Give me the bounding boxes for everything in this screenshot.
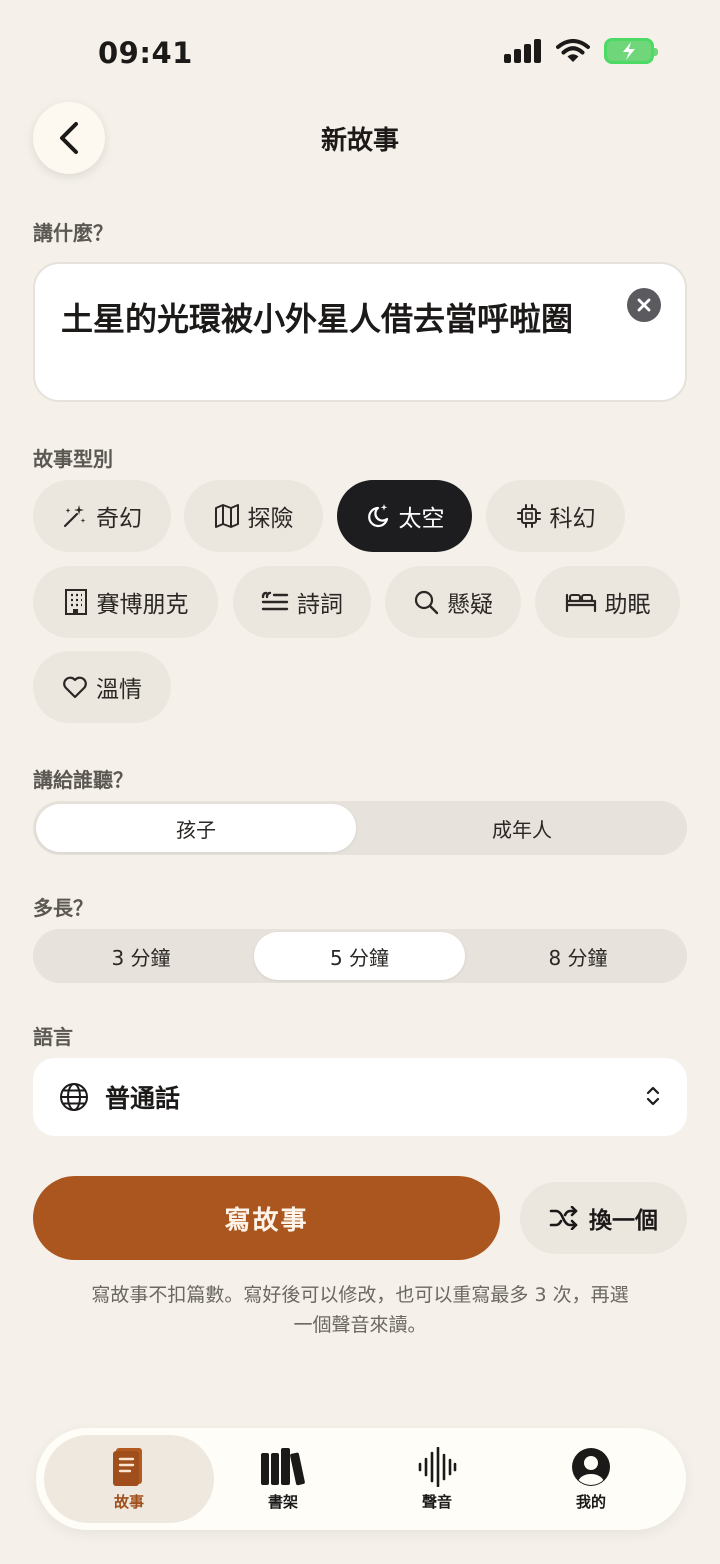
waveform-icon	[418, 1446, 457, 1487]
genre-chip-mystery[interactable]: 懸疑	[385, 566, 521, 638]
status-icons	[504, 38, 658, 64]
bookshelf-icon	[261, 1447, 305, 1485]
tab-stories[interactable]: 故事	[44, 1435, 214, 1523]
search-icon	[414, 590, 439, 615]
tab-label: 聲音	[421, 1492, 452, 1511]
genre-chip-fantasy[interactable]: 奇幻	[33, 480, 171, 552]
genre-chip-label: 溫情	[96, 677, 142, 703]
prompt-label: 講什麼？	[33, 221, 113, 245]
map-icon	[214, 504, 239, 528]
chip-icon	[516, 504, 541, 528]
shuffle-button[interactable]: 換一個	[520, 1182, 687, 1254]
book-icon	[113, 1447, 142, 1486]
audience-segment: 孩子 成年人	[33, 801, 687, 855]
language-select[interactable]: 普通話	[33, 1058, 687, 1136]
prompt-input[interactable]: 土星的光環被小外星人借去當呼啦圈	[33, 262, 687, 402]
status-time: 09:41	[98, 36, 193, 70]
genre-chip-sleep[interactable]: 助眠	[535, 566, 680, 638]
genre-chip-poetry[interactable]: 詩詞	[233, 566, 371, 638]
audience-option-child[interactable]: 孩子	[36, 804, 356, 852]
genre-chip-label: 詩詞	[297, 592, 343, 618]
genre-chip-label: 科幻	[549, 506, 596, 532]
chevron-updown-icon	[646, 1086, 660, 1106]
clear-button[interactable]	[627, 288, 661, 322]
tab-label: 書架	[267, 1492, 298, 1511]
info-note: 寫故事不扣篇數。寫好後可以修改，也可以重寫最多 3 次，再選一個聲音來讀。	[91, 1284, 629, 1336]
length-option-5[interactable]: 5 分鐘	[254, 932, 465, 980]
globe-icon	[60, 1083, 88, 1111]
language-label: 語言	[33, 1025, 73, 1049]
tab-label: 我的	[575, 1492, 606, 1511]
shuffle-icon	[549, 1206, 578, 1230]
write-story-button[interactable]: 寫故事	[33, 1176, 500, 1260]
building-icon	[64, 589, 87, 615]
tab-voices[interactable]: 聲音	[352, 1435, 522, 1523]
genre-chip-label: 太空	[398, 506, 445, 532]
length-segment: 3 分鐘 5 分鐘 8 分鐘	[33, 929, 687, 983]
battery-charging-icon	[604, 38, 658, 64]
tab-bookshelf[interactable]: 書架	[198, 1435, 368, 1523]
genre-chip-warmth[interactable]: 溫情	[33, 651, 171, 723]
tab-label: 故事	[113, 1492, 144, 1511]
quote-lines-icon	[261, 591, 289, 611]
cellular-signal-icon	[504, 39, 541, 63]
length-option-3[interactable]: 3 分鐘	[36, 932, 246, 980]
heart-icon	[63, 676, 87, 699]
tab-bar: 故事 書架 聲音 我的	[36, 1428, 686, 1530]
status-bar: 09:41	[0, 0, 720, 100]
close-icon	[637, 298, 651, 312]
shuffle-label: 換一個	[589, 1208, 658, 1234]
length-option-8[interactable]: 8 分鐘	[473, 932, 683, 980]
genre-chip-label: 助眠	[604, 592, 651, 618]
profile-icon	[572, 1447, 610, 1486]
bed-icon	[565, 593, 596, 613]
genre-chip-scifi[interactable]: 科幻	[486, 480, 625, 552]
sparkle-wand-icon	[63, 505, 86, 528]
wifi-icon	[556, 39, 590, 62]
moon-star-icon	[367, 504, 388, 528]
audience-option-adult[interactable]: 成年人	[361, 804, 683, 852]
language-value: 普通話	[105, 1084, 181, 1113]
genre-label: 故事型別	[33, 447, 113, 471]
audience-label: 講給誰聽？	[33, 768, 133, 792]
page-title: 新故事	[320, 126, 399, 156]
genre-chip-cyberpunk[interactable]: 賽博朋克	[33, 566, 218, 638]
genre-chip-adventure[interactable]: 探險	[184, 480, 323, 552]
genre-chip-label: 懸疑	[447, 592, 493, 618]
genre-chip-space[interactable]: 太空	[337, 480, 472, 552]
tab-profile[interactable]: 我的	[506, 1435, 676, 1523]
length-label: 多長？	[33, 896, 93, 920]
prompt-text[interactable]: 土星的光環被小外星人借去當呼啦圈	[61, 294, 573, 340]
genre-chip-label: 探險	[247, 506, 294, 532]
genre-chip-label: 賽博朋克	[96, 592, 189, 618]
genre-chip-label: 奇幻	[96, 506, 142, 532]
